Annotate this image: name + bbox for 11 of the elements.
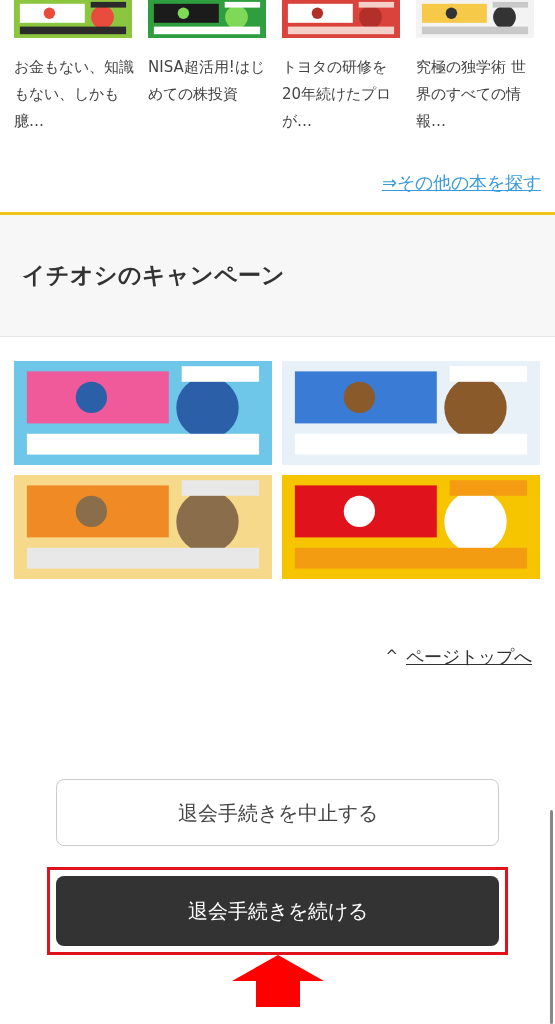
caret-up-icon[interactable]: ^ <box>385 645 398 668</box>
book-title[interactable]: お金もない、知識もない、しかも臆… <box>14 54 136 135</box>
book-title[interactable]: NISA超活用!はじめての株投資 <box>148 54 270 108</box>
section-heading: イチオシのキャンペーン <box>22 261 285 291</box>
continue-button[interactable]: 退会手続きを続ける <box>56 876 499 946</box>
up-arrow-icon <box>231 955 324 1007</box>
cancel-button[interactable]: 退会手続きを中止する <box>56 779 499 846</box>
page-top-link[interactable]: ページトップへ <box>406 643 532 670</box>
book-title[interactable]: トヨタの研修を20年続けたプロが… <box>282 54 404 135</box>
scrollbar[interactable] <box>550 810 553 1024</box>
book-title[interactable]: 究極の独学術 世界のすべての情報… <box>416 54 538 135</box>
